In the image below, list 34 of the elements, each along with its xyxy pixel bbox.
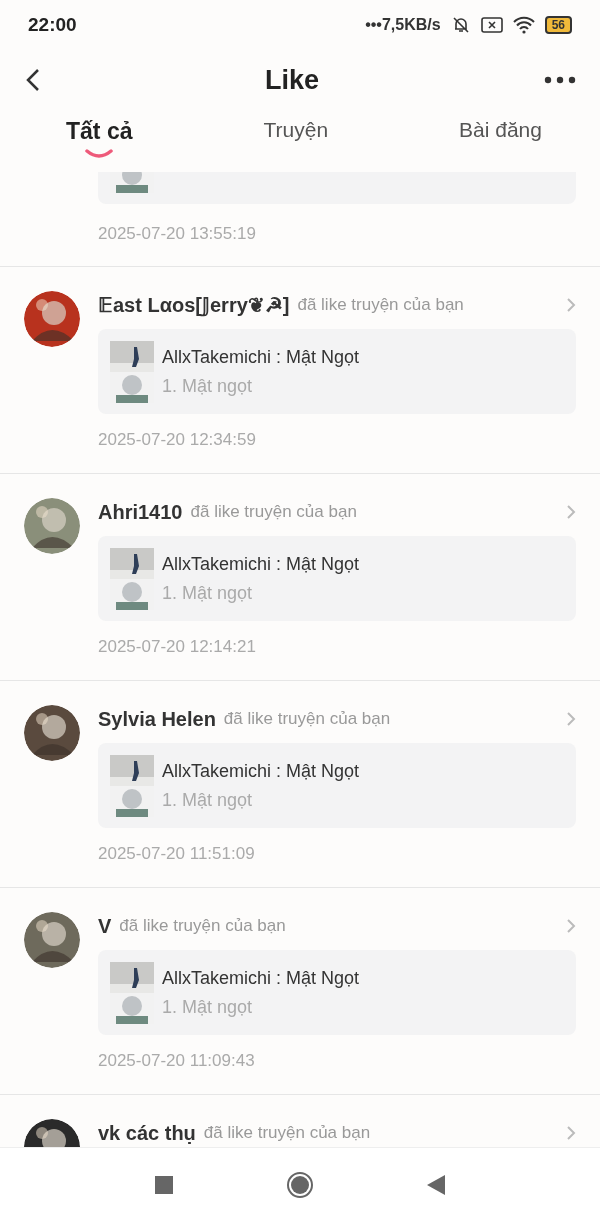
story-title: AllxTakemichi : Mật Ngọt — [162, 346, 360, 368]
timestamp: 2025-07-20 11:09:43 — [98, 1051, 256, 1071]
action-text: đã like truyện của bạn — [190, 502, 358, 522]
page-title: Like — [265, 64, 319, 96]
timestamp: 2025-07-20 11:51:09 — [98, 844, 256, 864]
story-title: AllxTakemichi : Mật Ngọt — [162, 760, 360, 782]
user-name: Sylvia Helen — [98, 707, 216, 731]
timestamp: 2025-07-20 12:34:59 — [98, 430, 257, 450]
like-notification[interactable]: V đã like truyện của bạn AllxTakemichi : Mật Ngọt 1. Mật ngọt 2025-07-20 11:09:43 — [0, 887, 600, 1094]
tab[interactable]: Tất cả — [66, 110, 133, 159]
battery-level: 56 — [544, 16, 572, 34]
like-notification[interactable]: Ahri1410 đã like truyện của bạn AllxTakemichi : Mật Ngọt 1. Mật ngọt 2025-07-20 12:14:21 — [0, 473, 600, 680]
like-notification[interactable]: Sylvia Helen đã like truyện của bạn AllxTakemichi : Mật Ngọt 1. Mật ngọt 2025-07-20 11:51:09 — [0, 680, 600, 887]
user-name: Ahri1410 — [98, 500, 183, 524]
action-text: đã like truyện của bạn — [297, 295, 465, 315]
action-text: đã like truyện của bạn — [119, 916, 287, 936]
network-speed: •••7,5KB/s — [365, 16, 441, 34]
tab[interactable]: Bài đăng — [459, 110, 542, 156]
timestamp: 2025-07-20 13:55:19 — [98, 224, 257, 244]
action-text: đã like truyện của bạn — [223, 709, 392, 729]
chapter-title: 1. Mật ngọt — [162, 375, 254, 397]
story-title: AllxTakemichi : Mật Ngọt — [162, 967, 360, 989]
like-notification[interactable]: 𝔼ast Lαos[𝕁erry❦☭] đã like truyện của bạn AllxTakemichi : Mật Ngọt 1. Mật ngọt 2025-07-20 12:34:59 — [0, 266, 600, 473]
status-time: 22:00 — [28, 14, 77, 36]
chapter-title: 1. Mật ngọt — [162, 789, 254, 811]
user-name: V — [98, 914, 112, 938]
chapter-title: 1. Mật ngọt — [162, 996, 254, 1018]
action-text: đã like truyện của bạn — [203, 1123, 372, 1143]
user-name: vk các thụ — [98, 1121, 196, 1145]
user-name: 𝔼ast Lαos[𝕁erry❦☭] — [98, 293, 290, 317]
story-title: AllxTakemichi : Mật Ngọt — [162, 553, 360, 575]
timestamp: 2025-07-20 12:14:21 — [98, 637, 257, 657]
chapter-title: 1. Mật ngọt — [162, 582, 254, 604]
tab[interactable]: Truyện — [263, 110, 329, 156]
